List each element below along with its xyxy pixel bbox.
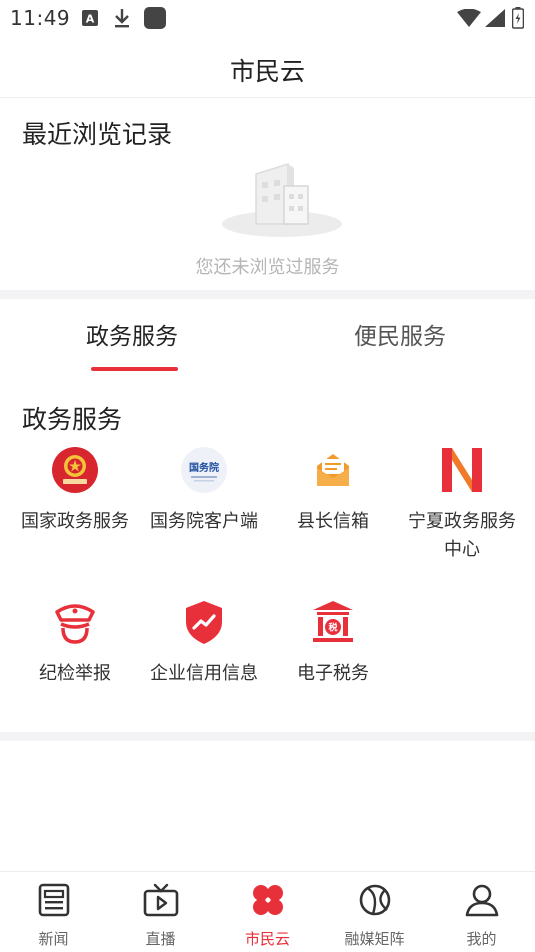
service-label: 纪检举报 xyxy=(39,663,111,684)
user-icon xyxy=(465,884,499,917)
nav-label: 直播 xyxy=(145,930,176,948)
bottom-nav: 新闻 直播 市民云 融媒矩阵 我的 xyxy=(0,871,535,952)
app-square-icon xyxy=(144,7,166,29)
service-discipline-report[interactable]: 纪检举报 xyxy=(10,598,140,718)
service-tabs: 政务服务 便民服务 xyxy=(0,299,535,375)
service-state-council[interactable]: 国务院 国务院客户端 xyxy=(139,446,269,566)
service-county-mailbox[interactable]: 县长信箱 xyxy=(268,446,398,566)
cellular-signal-icon xyxy=(485,9,505,27)
status-bar: 11:49 A xyxy=(0,0,535,36)
wifi-icon xyxy=(457,9,481,27)
svg-text:国务院: 国务院 xyxy=(189,461,219,474)
nav-item-mine[interactable]: 我的 xyxy=(428,872,535,952)
clover-icon xyxy=(253,885,283,915)
svg-text:A: A xyxy=(86,13,95,26)
nav-item-news[interactable]: 新闻 xyxy=(0,872,107,952)
page-title: 市民云 xyxy=(229,57,305,86)
service-label: 宁夏政务服务中心 xyxy=(408,511,516,560)
service-label: 电子税务 xyxy=(297,663,369,684)
newspaper-icon xyxy=(38,883,70,917)
battery-icon xyxy=(512,7,524,29)
recent-heading: 最近浏览记录 xyxy=(22,120,173,149)
empty-buildings-illustration xyxy=(222,162,342,237)
service-e-tax[interactable]: 税 电子税务 xyxy=(268,598,398,718)
service-ningxia-center[interactable]: 宁夏政务服务中心 xyxy=(397,446,527,566)
nav-label: 新闻 xyxy=(38,930,69,948)
tab-convenience-services[interactable]: 便民服务 xyxy=(354,317,446,351)
section-divider xyxy=(0,732,535,741)
nav-item-media-matrix[interactable]: 融媒矩阵 xyxy=(321,872,428,952)
empty-state-text: 您还未浏览过服务 xyxy=(195,257,340,278)
tv-play-icon xyxy=(143,883,179,917)
ningxia-logo-icon xyxy=(442,448,482,492)
nav-label: 市民云 xyxy=(244,930,290,948)
service-national-gov[interactable]: 国家政务服务 xyxy=(10,446,140,566)
mailbox-icon xyxy=(317,454,349,486)
state-council-icon: 国务院 xyxy=(181,447,227,493)
nav-item-live[interactable]: 直播 xyxy=(107,872,214,952)
service-label: 国家政务服务 xyxy=(21,511,129,532)
tax-bureau-icon: 税 xyxy=(313,601,353,642)
keyboard-a-icon: A xyxy=(82,10,98,26)
recent-browse-section: 最近浏览记录 您还未浏览过服务 xyxy=(0,98,535,290)
service-label: 国务院客户端 xyxy=(150,511,258,532)
active-tab-indicator xyxy=(91,367,178,371)
media-matrix-icon xyxy=(359,884,391,916)
svg-text:税: 税 xyxy=(328,622,337,634)
app-header: 市民云 xyxy=(0,36,535,98)
inspector-cap-icon xyxy=(55,604,95,644)
services-heading: 政务服务 xyxy=(22,405,123,434)
service-enterprise-credit[interactable]: 企业信用信息 xyxy=(139,598,269,718)
tab-government-services[interactable]: 政务服务 xyxy=(86,317,178,351)
section-divider xyxy=(0,290,535,299)
nav-label: 融媒矩阵 xyxy=(344,930,405,948)
service-label: 企业信用信息 xyxy=(150,663,258,684)
nav-label: 我的 xyxy=(466,930,497,948)
nav-item-citizen-cloud[interactable]: 市民云 xyxy=(214,872,321,952)
status-time: 11:49 xyxy=(10,6,71,30)
download-icon xyxy=(115,9,129,28)
national-emblem-icon xyxy=(52,447,98,493)
service-label: 县长信箱 xyxy=(297,511,369,532)
credit-shield-icon xyxy=(186,601,222,644)
